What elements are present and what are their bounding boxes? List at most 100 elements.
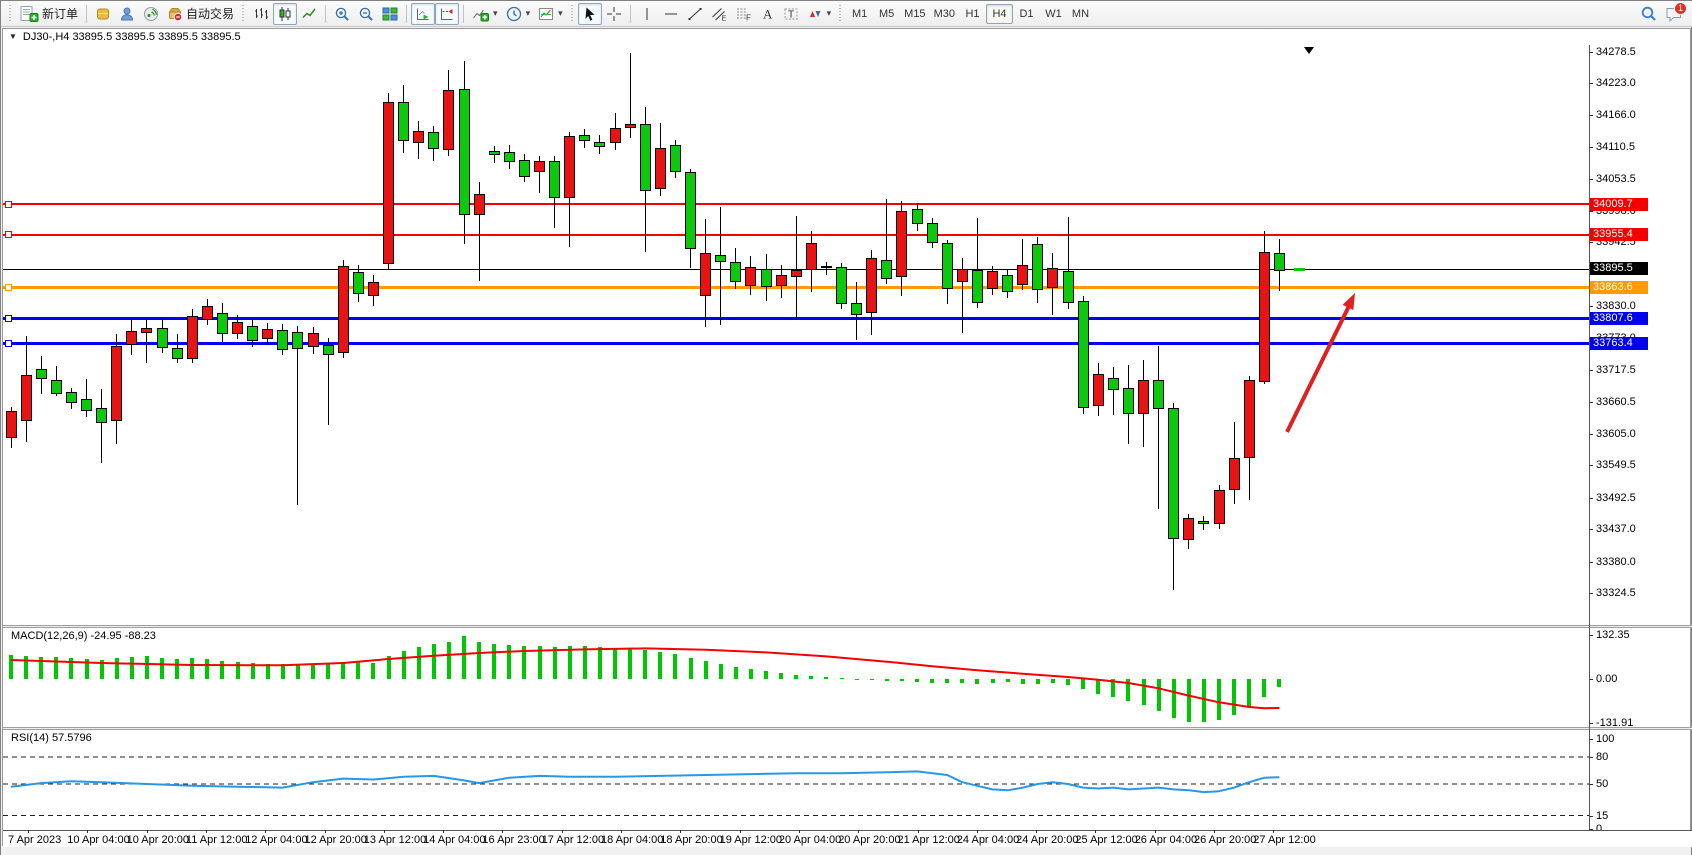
cursor-icon (582, 6, 598, 22)
toolbar-grip (241, 5, 246, 23)
time-axis[interactable]: 7 Apr 202310 Apr 04:0010 Apr 20:0011 Apr… (3, 830, 1692, 847)
rsi-tick (1589, 784, 1593, 785)
dropdown-caret-icon: ▾ (493, 8, 498, 19)
zoom-in-button[interactable] (330, 3, 354, 25)
support-1-price-tag: 33807.6 (1590, 312, 1648, 325)
fibonacci-button[interactable]: F (731, 3, 755, 25)
community-button[interactable] (115, 3, 139, 25)
signals-button[interactable] (139, 3, 163, 25)
equidistant-channel-button[interactable]: E (707, 3, 731, 25)
text-label-button[interactable]: T (779, 3, 803, 25)
macd-tick (1589, 723, 1593, 724)
price-tick (1589, 147, 1593, 148)
trendline-button[interactable] (683, 3, 707, 25)
time-tick (265, 830, 266, 833)
price-tick (1589, 179, 1593, 180)
time-tick (206, 830, 207, 833)
bar-chart-button[interactable] (249, 3, 273, 25)
crosshair-button[interactable] (602, 3, 626, 25)
resistance-1-anchor[interactable] (5, 201, 12, 208)
time-axis-label: 11 Apr 12:00 (186, 834, 248, 846)
time-axis-label: 17 Apr 12:00 (542, 834, 604, 846)
time-tick (1036, 830, 1037, 833)
time-axis-label: 24 Apr 20:00 (1016, 834, 1078, 846)
channel-icon: E (711, 6, 727, 22)
time-tick (918, 830, 919, 833)
time-tick (562, 830, 563, 833)
toolbar-grip (570, 5, 575, 23)
toolbar-separator (325, 5, 326, 23)
timeframe-d1[interactable]: D1 (1013, 4, 1040, 24)
arrow-annotation-layer (3, 29, 1589, 830)
time-axis-label: 7 Apr 2023 (8, 834, 61, 846)
price-tick-label: 34278.5 (1596, 46, 1636, 58)
resistance-2-anchor[interactable] (5, 231, 12, 238)
time-axis-label: 20 Apr 20:00 (838, 834, 900, 846)
time-tick (621, 830, 622, 833)
pivot-orange-anchor[interactable] (5, 284, 12, 291)
fibonacci-icon: F (735, 6, 751, 22)
vertical-line-button[interactable] (635, 3, 659, 25)
toolbar-separator (86, 5, 87, 23)
timeframe-m5[interactable]: M5 (873, 4, 900, 24)
bar-chart-icon (253, 6, 269, 22)
notification-badge: 1 (1674, 2, 1687, 15)
time-tick (1214, 830, 1215, 833)
price-tick (1589, 402, 1593, 403)
auto-trading-button[interactable]: 自动交易 (163, 3, 238, 25)
text-button[interactable]: A (755, 3, 779, 25)
timeframe-w1[interactable]: W1 (1040, 4, 1067, 24)
periods-button[interactable]: ▾ (502, 3, 535, 25)
crosshair-icon (606, 6, 622, 22)
rsi-tick (1589, 739, 1593, 740)
rsi-tick-label: 100 (1596, 733, 1614, 745)
timeframe-m1[interactable]: M1 (846, 4, 873, 24)
dropdown-caret-icon: ▾ (558, 8, 563, 19)
price-tick (1589, 498, 1593, 499)
arrows-button[interactable]: ▾ (803, 3, 836, 25)
macd-tick-label: 0.00 (1596, 673, 1617, 685)
price-tick (1589, 465, 1593, 466)
main-toolbar: 新订单 自动交易 ▾ ▾ ▾ EFAT ▾ M1M5M15M30H1H4D1W1MN 1 (1, 1, 1692, 27)
timeframe-m15[interactable]: M15 (900, 4, 929, 24)
time-axis-label: 26 Apr 04:00 (1135, 834, 1197, 846)
arrow-annotation-shaft[interactable] (1287, 306, 1349, 432)
timeframe-m30[interactable]: M30 (930, 4, 959, 24)
time-tick (325, 830, 326, 833)
support-2-anchor[interactable] (5, 340, 12, 347)
market-button[interactable] (91, 3, 115, 25)
time-tick (384, 830, 385, 833)
candlestick-chart-button[interactable] (273, 3, 297, 25)
auto-scroll-button[interactable] (411, 3, 435, 25)
tile-windows-button[interactable] (378, 3, 402, 25)
dropdown-caret-icon: ▾ (827, 8, 832, 19)
timeframe-h4[interactable]: H4 (986, 4, 1013, 24)
search-button[interactable] (1636, 3, 1661, 25)
rsi-tick (1589, 816, 1593, 817)
auto-trading-icon (167, 6, 183, 22)
time-tick (28, 830, 29, 833)
chat-button[interactable]: 1 (1661, 3, 1687, 25)
line-chart-button[interactable] (297, 3, 321, 25)
toolbar-grip (8, 5, 13, 23)
price-tick (1589, 434, 1593, 435)
cursor-button[interactable] (578, 3, 602, 25)
horizontal-line-button[interactable] (659, 3, 683, 25)
timeframe-mn[interactable]: MN (1067, 4, 1094, 24)
chart-shift-button[interactable] (435, 3, 459, 25)
add-indicator-button[interactable]: ▾ (468, 3, 502, 25)
vertical-line-icon (639, 6, 655, 22)
trendline-icon (687, 6, 703, 22)
zoom-out-icon (358, 6, 374, 22)
rsi-tick-label: 50 (1596, 778, 1608, 790)
support-1-anchor[interactable] (5, 315, 12, 322)
templates-button[interactable]: ▾ (534, 3, 567, 25)
macd-label: MACD(12,26,9) -24.95 -88.23 (11, 630, 156, 642)
zoom-out-button[interactable] (354, 3, 378, 25)
price-tick-label: 33549.5 (1596, 459, 1636, 471)
rsi-label: RSI(14) 57.5796 (11, 732, 92, 744)
template-chart-icon (538, 6, 554, 22)
toolbar-separator (406, 5, 407, 23)
timeframe-h1[interactable]: H1 (959, 4, 986, 24)
new-order-button[interactable]: 新订单 (16, 3, 82, 25)
